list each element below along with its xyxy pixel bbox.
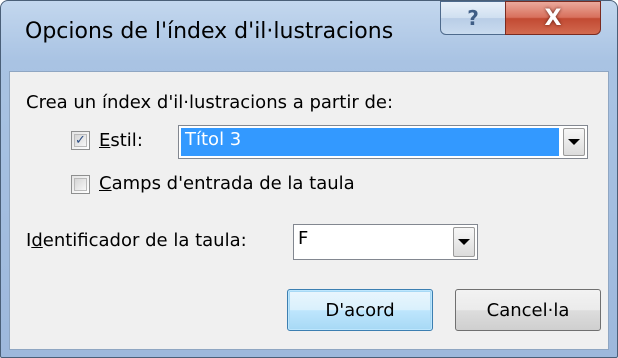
style-label-accel: E — [99, 130, 111, 151]
chevron-down-icon — [568, 139, 580, 145]
table-entry-fields-label: Camps d'entrada de la taula — [99, 173, 355, 194]
style-selected-highlight: Títol 3 — [181, 128, 559, 156]
style-label: Estil: — [99, 130, 143, 151]
table-entry-fields-checkbox[interactable] — [71, 175, 90, 194]
table-identifier-rest: entificador de la taula: — [42, 230, 247, 251]
help-button[interactable]: ? — [440, 1, 506, 35]
ok-button[interactable]: D'acord — [287, 289, 433, 331]
dialog-body: Crea un índex d'il·lustracions a partir … — [9, 71, 609, 350]
title-bar-buttons: ? X — [440, 1, 601, 35]
dialog-window: Opcions de l'índex d'il·lustracions ? X … — [0, 0, 618, 358]
table-identifier-accel: d — [31, 230, 43, 251]
table-identifier-dropdown[interactable]: F — [293, 224, 478, 260]
style-dropdown-button[interactable] — [563, 128, 585, 156]
chevron-down-icon — [458, 239, 470, 245]
style-dropdown[interactable]: Títol 3 — [178, 125, 588, 159]
intro-label: Crea un índex d'il·lustracions a partir … — [26, 92, 394, 113]
table-identifier-label: Identificador de la taula: — [26, 230, 247, 251]
table-entry-fields-rest: amps d'entrada de la taula — [111, 173, 355, 194]
table-entry-fields-accel: C — [99, 173, 112, 194]
help-icon: ? — [467, 6, 479, 30]
checkmark-icon: ✓ — [75, 133, 86, 148]
style-checkbox[interactable]: ✓ — [71, 131, 90, 150]
style-selected-value: Títol 3 — [185, 129, 242, 150]
dialog-title: Opcions de l'índex d'il·lustracions — [25, 19, 394, 44]
checkbox-inner: ✓ — [74, 134, 87, 147]
checkbox-inner — [74, 178, 87, 191]
close-icon: X — [544, 5, 562, 31]
table-identifier-value: F — [298, 228, 309, 249]
cancel-button[interactable]: Cancel·la — [455, 289, 601, 331]
close-button[interactable]: X — [505, 1, 601, 35]
style-label-rest: stil: — [110, 130, 143, 151]
table-identifier-dropdown-button[interactable] — [453, 227, 475, 257]
